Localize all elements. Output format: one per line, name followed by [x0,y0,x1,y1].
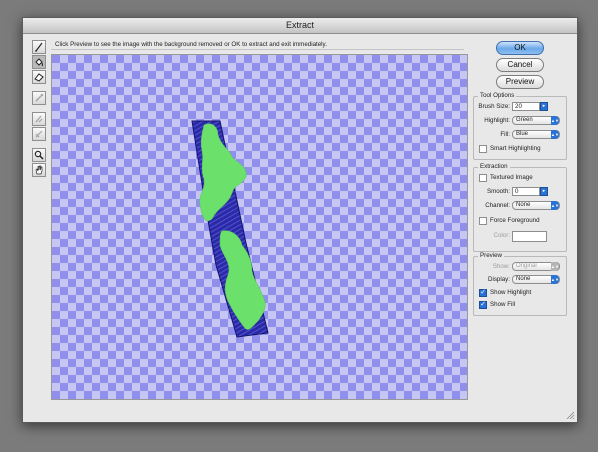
highlight-label: Highlight: [484,117,510,124]
chevron-down-icon: ▲▼ [551,262,559,271]
tool-options-group: Tool Options Brush Size: 20 ▸ Highlight:… [473,92,567,160]
brush-size-input[interactable]: 20 [512,102,540,111]
chevron-down-icon: ▲▼ [551,116,559,125]
zoom-tool[interactable] [32,148,46,162]
smooth-label: Smooth: [486,188,510,195]
cleanup-tool[interactable] [32,112,46,126]
fill-value: Blue [516,131,529,137]
resize-grip-icon[interactable] [566,411,574,419]
display-select[interactable]: None ▲▼ [512,275,560,284]
eraser-tool[interactable] [32,70,46,84]
eraser-icon [34,73,44,82]
brush-size-label: Brush Size: [478,103,510,110]
smooth-input[interactable]: 0 [512,187,540,196]
show-fill-label: Show Fill [490,301,516,308]
marker-icon [35,42,43,52]
chevron-down-icon: ▲▼ [551,201,559,210]
highlight-select[interactable]: Green ▲▼ [512,116,560,125]
extraction-title: Extraction [478,163,510,170]
chevron-down-icon: ▲▼ [551,130,559,139]
instruction-text: Click Preview to see the image with the … [51,39,464,50]
color-swatch[interactable] [512,231,547,242]
show-highlight-label: Show Highlight [490,289,532,296]
smart-highlighting-checkbox[interactable] [479,145,487,153]
extract-dialog: Extract Click Preview to see the image w… [22,17,578,423]
image-preview-canvas[interactable] [51,54,468,400]
preview-button[interactable]: Preview [496,75,544,89]
cleanup-icon [35,115,43,123]
channel-value: None [516,202,531,208]
channel-label: Channel: [485,202,510,209]
fill-label: Fill: [500,131,510,138]
hand-icon [35,165,43,175]
hand-tool[interactable] [32,163,46,177]
force-foreground-checkbox[interactable] [479,217,487,225]
highlight-value: Green [516,117,533,123]
force-foreground-label: Force Foreground [490,217,540,224]
textured-image-checkbox[interactable] [479,174,487,182]
color-label: Color: [493,232,510,239]
tool-options-title: Tool Options [478,92,517,99]
preview-title: Preview [478,252,505,259]
show-value: Original [516,263,537,269]
show-select[interactable]: Original ▲▼ [512,262,560,271]
textured-image-label: Textured Image [490,174,533,181]
eyedropper-tool[interactable] [32,91,46,105]
dialog-title: Extract [23,18,577,34]
display-value: None [516,276,531,282]
edge-touchup-tool[interactable] [32,127,46,141]
extracted-stroke [191,120,269,338]
smooth-stepper[interactable]: ▸ [540,187,548,196]
eyedropper-icon [35,93,44,102]
extraction-group: Extraction Textured Image Smooth: 0 ▸ Ch… [473,163,567,252]
ok-button[interactable]: OK [496,41,544,55]
cancel-button[interactable]: Cancel [496,58,544,72]
show-fill-checkbox[interactable]: ✓ [479,301,487,309]
show-highlight-checkbox[interactable]: ✓ [479,289,487,297]
toolbox [32,40,46,178]
display-label: Display: [487,276,510,283]
paint-bucket-icon [35,58,43,67]
preview-group: Preview Show: Original ▲▼ Display: None ▲▼… [473,252,567,316]
fill-tool[interactable] [32,55,46,69]
show-label: Show: [492,263,510,270]
fill-select[interactable]: Blue ▲▼ [512,130,560,139]
edge-touchup-icon [35,130,43,138]
magnifier-icon [34,150,44,160]
chevron-down-icon: ▲▼ [551,275,559,284]
brush-size-stepper[interactable]: ▸ [540,102,548,111]
smart-highlighting-label: Smart Highlighting [490,145,541,152]
edge-highlighter-tool[interactable] [32,40,46,54]
channel-select[interactable]: None ▲▼ [512,201,560,210]
